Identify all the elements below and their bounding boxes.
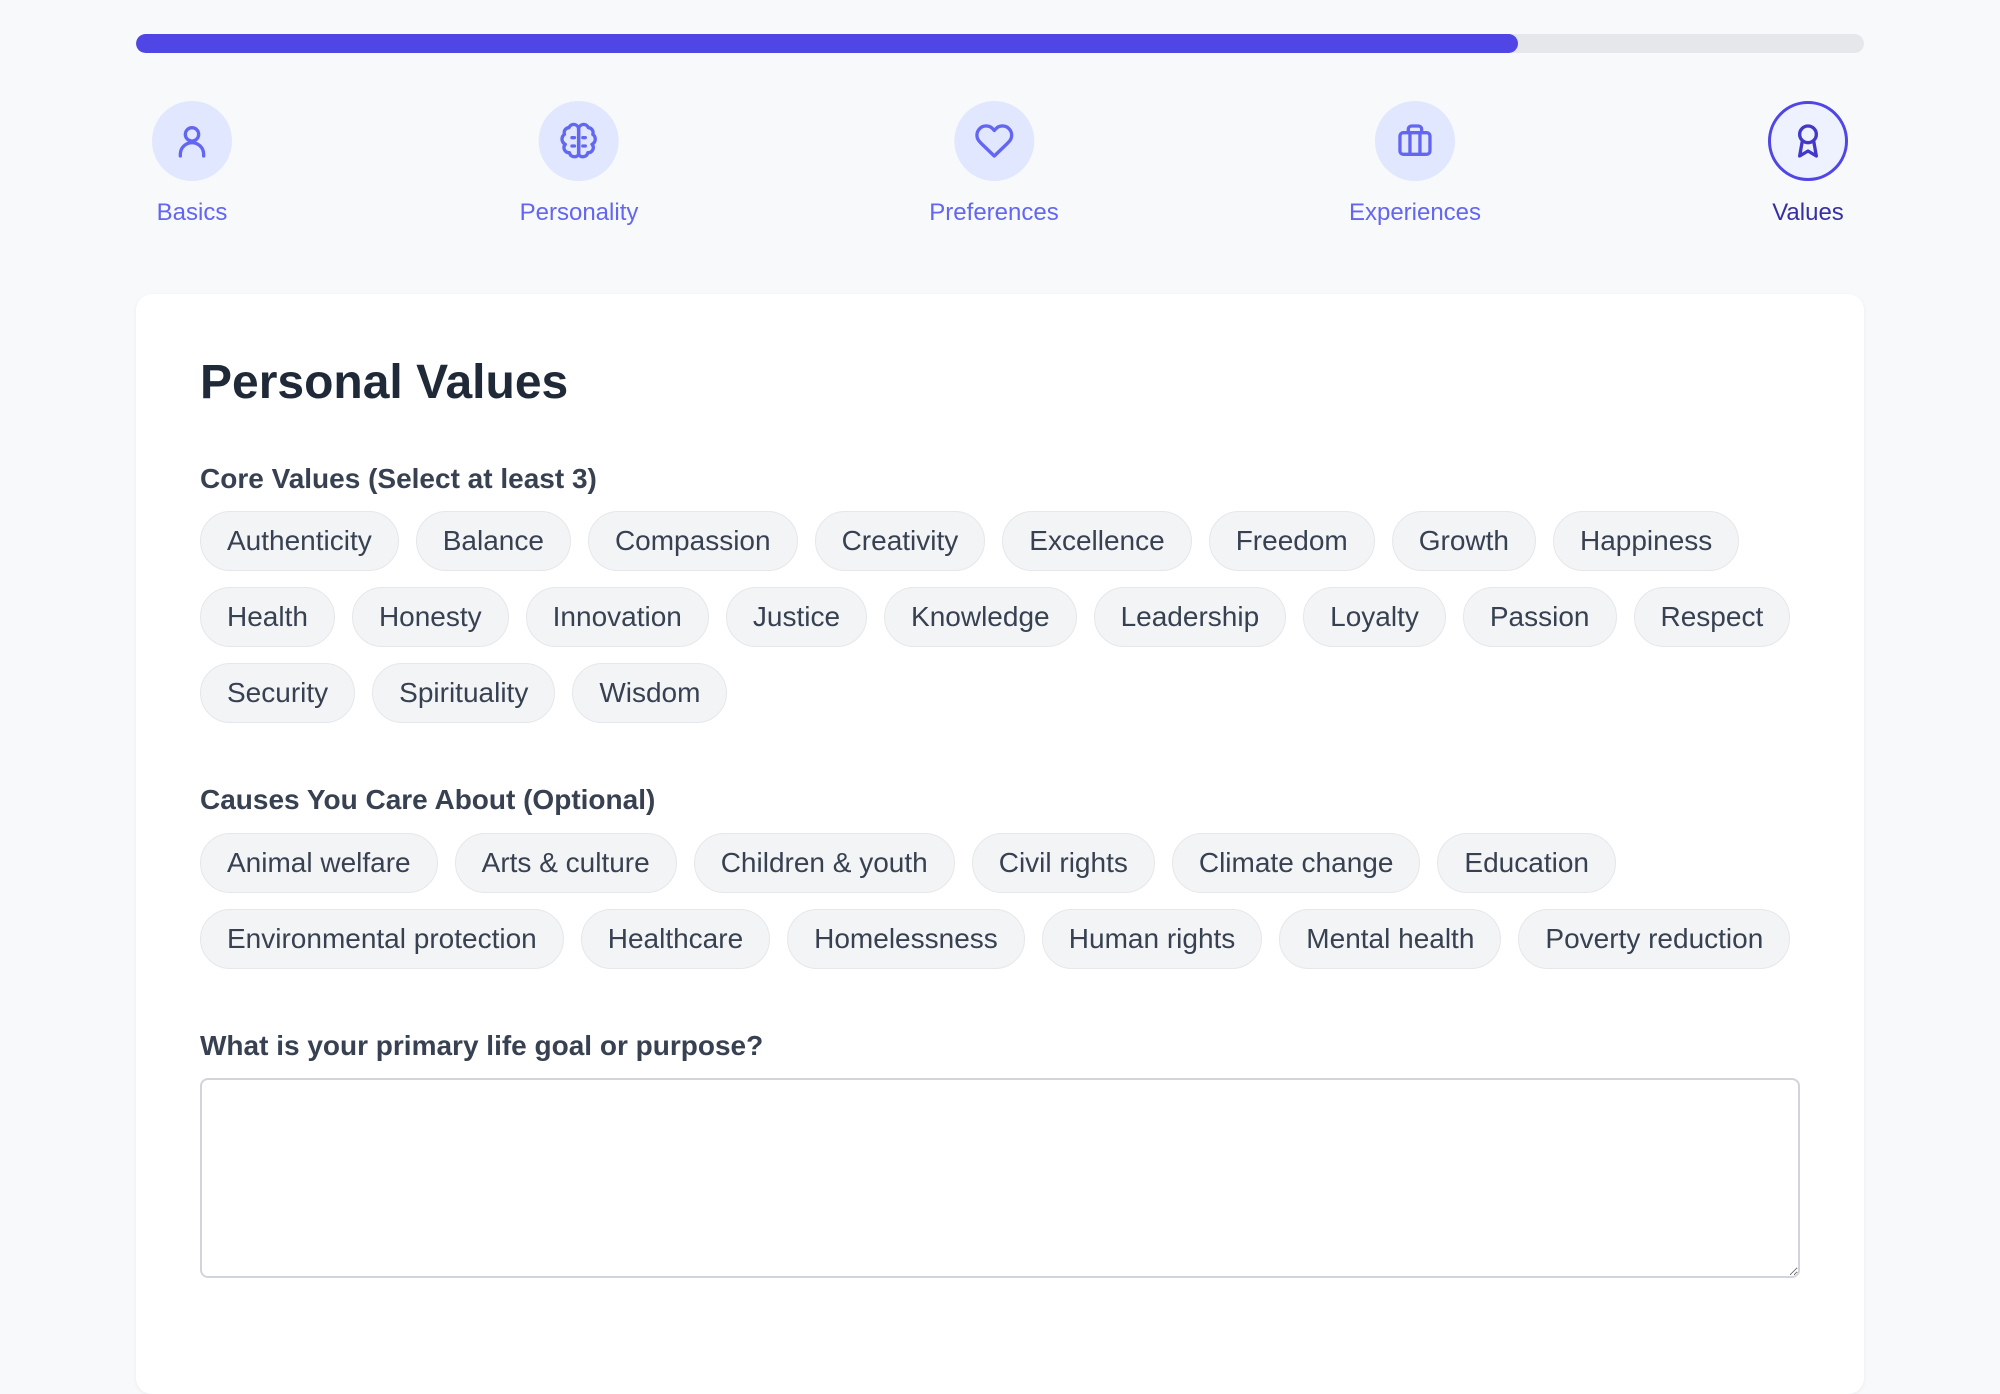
progress-bar [136,34,1864,53]
causes-label: Causes You Care About (Optional) [200,784,656,816]
step-preferences-label: Preferences [929,199,1059,226]
step-values-label: Values [1772,199,1844,226]
step-basics-label: Basics [156,199,228,226]
progress-bar-fill [136,34,1519,53]
core-value-chip-authenticity[interactable]: Authenticity [200,511,399,572]
core-value-chip-loyalty[interactable]: Loyalty [1303,587,1446,648]
core-value-chip-leadership[interactable]: Leadership [1093,587,1287,648]
cause-chip-animal-welfare[interactable]: Animal welfare [200,832,438,893]
core-value-chip-freedom[interactable]: Freedom [1208,511,1375,572]
core-value-chip-growth[interactable]: Growth [1391,511,1536,572]
cause-chip-human-rights[interactable]: Human rights [1041,908,1263,969]
core-value-chip-excellence[interactable]: Excellence [1002,511,1192,572]
cause-chip-homelessness[interactable]: Homelessness [787,908,1025,969]
step-personality[interactable]: Personality [519,101,639,227]
step-basics[interactable]: Basics [152,101,232,227]
step-experiences-label: Experiences [1348,199,1482,226]
core-value-chip-knowledge[interactable]: Knowledge [884,587,1077,648]
core-values-label: Core Values (Select at least 3) [200,462,597,494]
briefcase-icon [1398,124,1432,156]
step-values-circle [1768,101,1848,181]
core-value-chip-spirituality[interactable]: Spirituality [372,663,556,724]
life-goal-textarea[interactable] [200,1078,1800,1279]
cause-chip-healthcare[interactable]: Healthcare [580,908,771,969]
cause-chip-civil-rights[interactable]: Civil rights [971,832,1155,893]
step-preferences[interactable]: Preferences [929,101,1059,227]
cause-chip-poverty-reduction[interactable]: Poverty reduction [1518,908,1791,969]
core-value-chip-creativity[interactable]: Creativity [814,511,986,572]
cause-chip-mental-health[interactable]: Mental health [1279,908,1502,969]
cause-chip-education[interactable]: Education [1437,832,1616,893]
step-experiences-circle [1374,101,1455,181]
cause-chip-climate-change[interactable]: Climate change [1171,832,1421,893]
step-preferences-circle [954,101,1034,181]
cause-chip-environmental-protection[interactable]: Environmental protection [200,908,564,969]
page-title: Personal Values [200,356,569,409]
core-value-chip-health[interactable]: Health [200,587,335,648]
user-icon [178,126,206,158]
step-basics-circle [152,101,232,181]
step-personality-circle [538,101,619,181]
step-experiences[interactable]: Experiences [1349,101,1481,227]
step-values[interactable]: Values [1768,101,1848,227]
life-goal-label: What is your primary life goal or purpos… [200,1029,764,1061]
step-personality-label: Personality [519,199,639,226]
brain-icon [560,122,598,159]
core-values-chip-group: Authenticity Balance Compassion Creativity E… [200,511,1820,724]
heart-icon [974,124,1014,158]
core-value-chip-security[interactable]: Security [200,663,356,724]
core-value-chip-respect[interactable]: Respect [1633,587,1791,648]
core-value-chip-compassion[interactable]: Compassion [587,511,798,572]
causes-chip-group: Animal welfare Arts & culture Children & y… [200,832,1820,969]
core-value-chip-justice[interactable]: Justice [725,587,868,648]
core-value-chip-honesty[interactable]: Honesty [351,587,509,648]
core-value-chip-innovation[interactable]: Innovation [525,587,709,648]
step-navigator: Basics Personality Preferences Experienc… [136,101,1864,241]
core-value-chip-happiness[interactable]: Happiness [1552,511,1740,572]
values-form-card: Personal Values Core Values (Select at l… [136,294,1864,1394]
core-value-chip-wisdom[interactable]: Wisdom [572,663,728,724]
award-icon [1798,124,1818,158]
cause-chip-children-and-youth[interactable]: Children & youth [693,832,955,893]
core-value-chip-balance[interactable]: Balance [415,511,571,572]
cause-chip-arts-and-culture[interactable]: Arts & culture [454,832,677,893]
core-value-chip-passion[interactable]: Passion [1462,587,1617,648]
